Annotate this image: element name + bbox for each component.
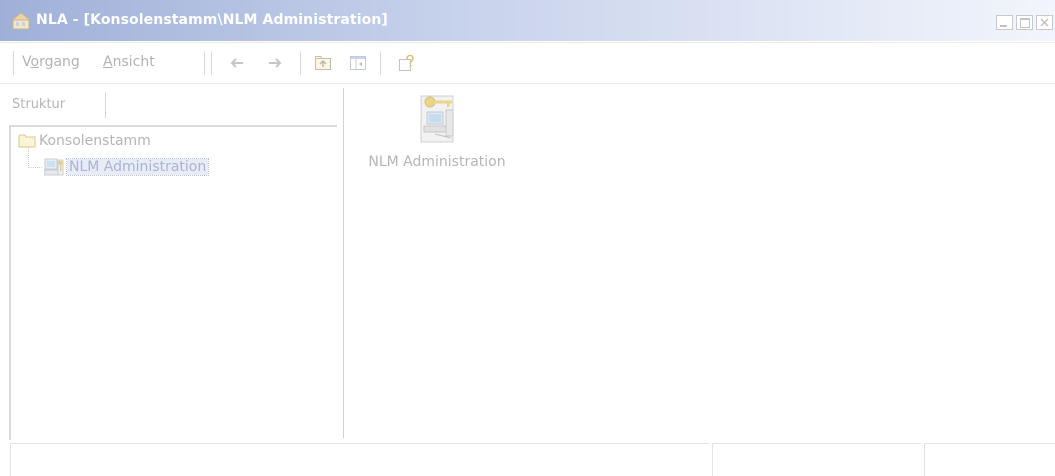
tree-item-label: NLM Administration (65, 158, 210, 176)
status-cell-tertiary (924, 443, 1055, 476)
toolbar-grip (211, 51, 213, 75)
list-item-nlm-administration[interactable]: NLM Administration (352, 90, 522, 170)
minimize-icon[interactable] (996, 15, 1013, 30)
app-icon[interactable] (10, 12, 32, 30)
tree-connector (28, 146, 30, 168)
window-title: NLA - [Konsolenstamm\NLM Administration] (36, 12, 388, 28)
admin-computer-icon (43, 157, 64, 177)
tree-item-konsolenstamm[interactable]: Konsolenstamm (18, 133, 151, 149)
menu-vorgang[interactable]: Vorgang (22, 54, 80, 70)
tree-connector (28, 167, 42, 169)
status-cell-main (10, 443, 709, 476)
list-item-label: NLM Administration (368, 154, 506, 170)
tree-item-nlm-administration[interactable]: NLM Administration (43, 157, 210, 177)
show-hide-tree-icon[interactable] (349, 54, 367, 72)
help-icon[interactable] (398, 54, 416, 72)
window-controls (993, 15, 1053, 30)
close-icon[interactable] (1036, 15, 1053, 30)
status-cell-secondary (712, 443, 921, 476)
tab-edge (105, 92, 106, 118)
tab-struktur[interactable]: Struktur (12, 90, 75, 119)
pane-splitter[interactable] (343, 88, 344, 438)
back-arrow-icon[interactable] (228, 54, 246, 72)
folder-icon (18, 133, 36, 149)
titlebar-bottom-border (0, 42, 1055, 43)
nlm-admin-large-icon (417, 90, 457, 146)
menu-ansicht[interactable]: Ansicht (103, 54, 155, 70)
forward-arrow-icon[interactable] (266, 54, 284, 72)
tree-item-label: Konsolenstamm (39, 133, 151, 149)
toolbar-grip (13, 51, 15, 75)
title-bar: NLA - [Konsolenstamm\NLM Administration] (0, 0, 1055, 41)
toolbar-separator (300, 51, 302, 75)
maximize-icon[interactable] (1016, 15, 1033, 30)
toolbar-bottom-border (0, 83, 1055, 84)
up-one-level-icon[interactable] (314, 54, 332, 72)
toolbar-separator (204, 51, 206, 75)
menu-toolbar: Vorgang Ansicht (0, 44, 1055, 82)
toolbar-separator (380, 51, 382, 75)
